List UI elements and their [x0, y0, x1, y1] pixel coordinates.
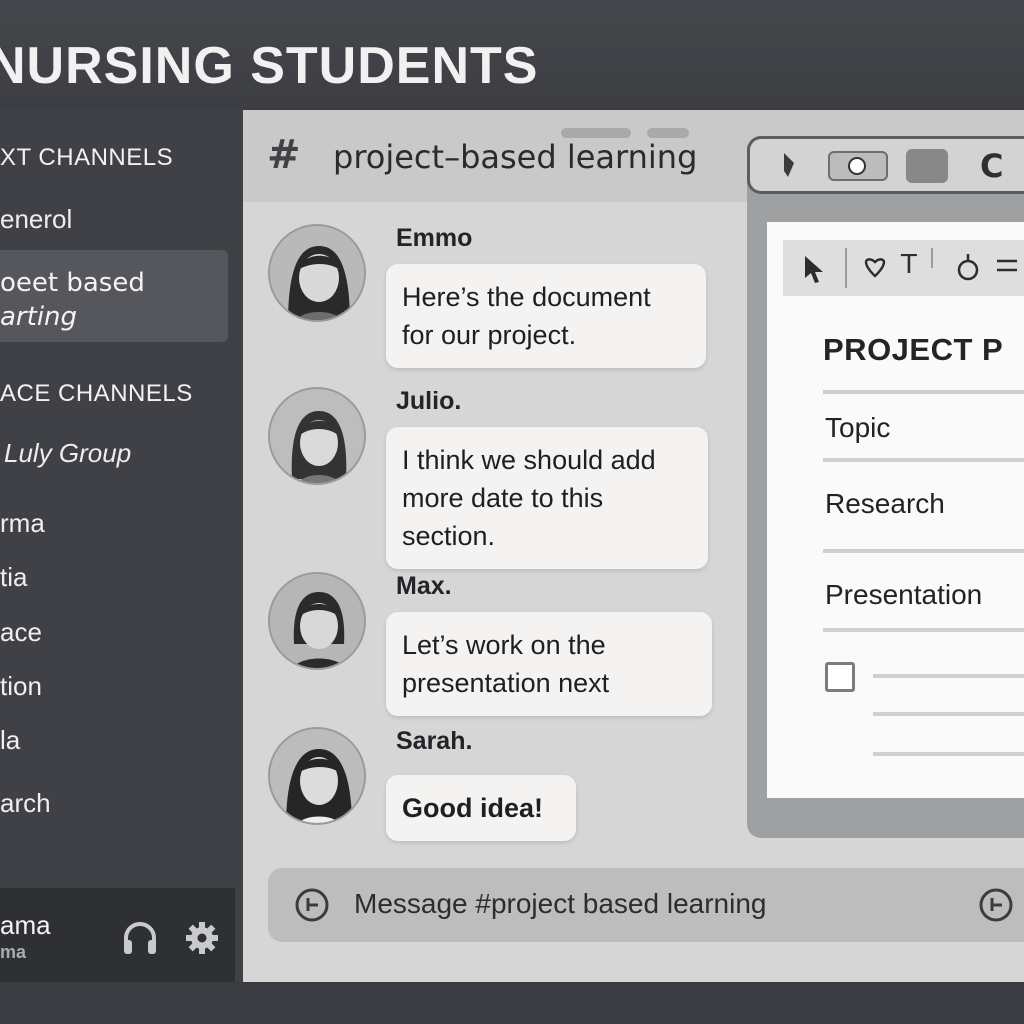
user-panel: ama ma: [0, 888, 235, 982]
avatar[interactable]: [268, 727, 366, 825]
message-author[interactable]: Emmo: [396, 224, 472, 253]
hash-icon: #: [267, 132, 301, 178]
document-text-line: [873, 712, 1024, 716]
color-swatch[interactable]: [906, 149, 948, 183]
message-line: Good idea!: [402, 793, 543, 823]
active-channel-label-line2: arting: [0, 302, 78, 332]
voice-channels-category[interactable]: ACE CHANNELS: [0, 380, 193, 408]
cursor-icon[interactable]: [803, 254, 827, 288]
document-panel: C T PROJECT P Topic Research Presentatio…: [747, 136, 1024, 838]
document-section-topic: Topic: [825, 412, 891, 443]
header-decoration: [647, 128, 689, 138]
menu-icon[interactable]: [997, 258, 1017, 278]
message-bubble: Good idea!: [386, 775, 576, 841]
message-list: Emmo Here’s the document for our project…: [243, 202, 743, 852]
message-line: Let’s work on the: [402, 630, 606, 660]
document-divider: [823, 549, 1024, 553]
member-item[interactable]: rma: [0, 508, 45, 539]
text-channels-category[interactable]: XT CHANNELS: [0, 144, 173, 172]
document-divider: [823, 628, 1024, 632]
message-line: presentation next: [402, 668, 610, 698]
member-item[interactable]: ace: [0, 617, 42, 648]
document-divider: [823, 458, 1024, 462]
refresh-icon[interactable]: C: [980, 147, 1003, 185]
document-text-line: [873, 674, 1024, 678]
message-input[interactable]: Message #project based learning: [354, 888, 766, 920]
message-line: for our project.: [402, 320, 577, 350]
channel-study-group[interactable]: Luly Group: [4, 438, 131, 469]
pen-icon[interactable]: [778, 151, 804, 185]
document-page: T PROJECT P Topic Research Presentation: [767, 222, 1024, 798]
message-bubble: I think we should add more date to this …: [386, 427, 708, 569]
member-item[interactable]: arch: [0, 788, 51, 819]
gear-icon[interactable]: [182, 918, 222, 958]
document-section-research: Research: [825, 488, 945, 519]
shield-icon[interactable]: [863, 256, 887, 284]
message-line: Here’s the document: [402, 282, 651, 312]
member-item[interactable]: tia: [0, 562, 27, 593]
toolbar-divider: [845, 248, 847, 288]
message-bubble: Here’s the document for our project.: [386, 264, 706, 368]
message-bubble: Let’s work on the presentation next: [386, 612, 712, 716]
avatar[interactable]: [268, 387, 366, 485]
user-status: ma: [0, 942, 27, 962]
channel-general[interactable]: enerol: [0, 204, 72, 235]
message-line: section.: [402, 521, 496, 551]
add-circle-icon[interactable]: [978, 887, 1014, 923]
headphones-icon[interactable]: [120, 918, 160, 958]
member-item[interactable]: tion: [0, 671, 42, 702]
pen-icon[interactable]: [955, 252, 981, 286]
toggle-knob: [848, 157, 866, 175]
channel-sidebar: XT CHANNELS enerol oeet based arting ACE…: [0, 110, 243, 982]
server-title[interactable]: NURSING STUDENTS: [0, 36, 538, 96]
message-author[interactable]: Sarah.: [396, 727, 472, 756]
text-icon[interactable]: T: [901, 250, 917, 280]
avatar[interactable]: [268, 224, 366, 322]
document-checkbox[interactable]: [825, 662, 855, 692]
active-channel-label-line1: oeet based: [0, 268, 145, 298]
document-tools: T: [783, 240, 1024, 296]
document-window-toolbar: C: [747, 136, 1024, 194]
message-author[interactable]: Julio.: [396, 387, 461, 416]
channel-project-based-learning[interactable]: oeet based arting: [0, 250, 228, 342]
add-circle-icon[interactable]: [294, 887, 330, 923]
server-header: NURSING STUDENTS: [0, 0, 1024, 110]
member-item[interactable]: la: [0, 725, 20, 756]
document-title: PROJECT P: [823, 332, 1004, 367]
message-composer[interactable]: Message #project based learning: [268, 868, 1024, 942]
message-line: I think we should add: [402, 445, 656, 475]
channel-title: project–based learning: [333, 138, 698, 176]
message-line: more date to this: [402, 483, 604, 513]
message-author[interactable]: Max.: [396, 572, 452, 601]
avatar[interactable]: [268, 572, 366, 670]
header-decoration: [561, 128, 631, 138]
document-text-line: [873, 752, 1024, 756]
user-name[interactable]: ama: [0, 910, 51, 941]
document-divider: [823, 390, 1024, 394]
document-section-presentation: Presentation: [825, 579, 983, 610]
toolbar-divider: [931, 248, 933, 268]
toggle-switch[interactable]: [828, 151, 888, 181]
